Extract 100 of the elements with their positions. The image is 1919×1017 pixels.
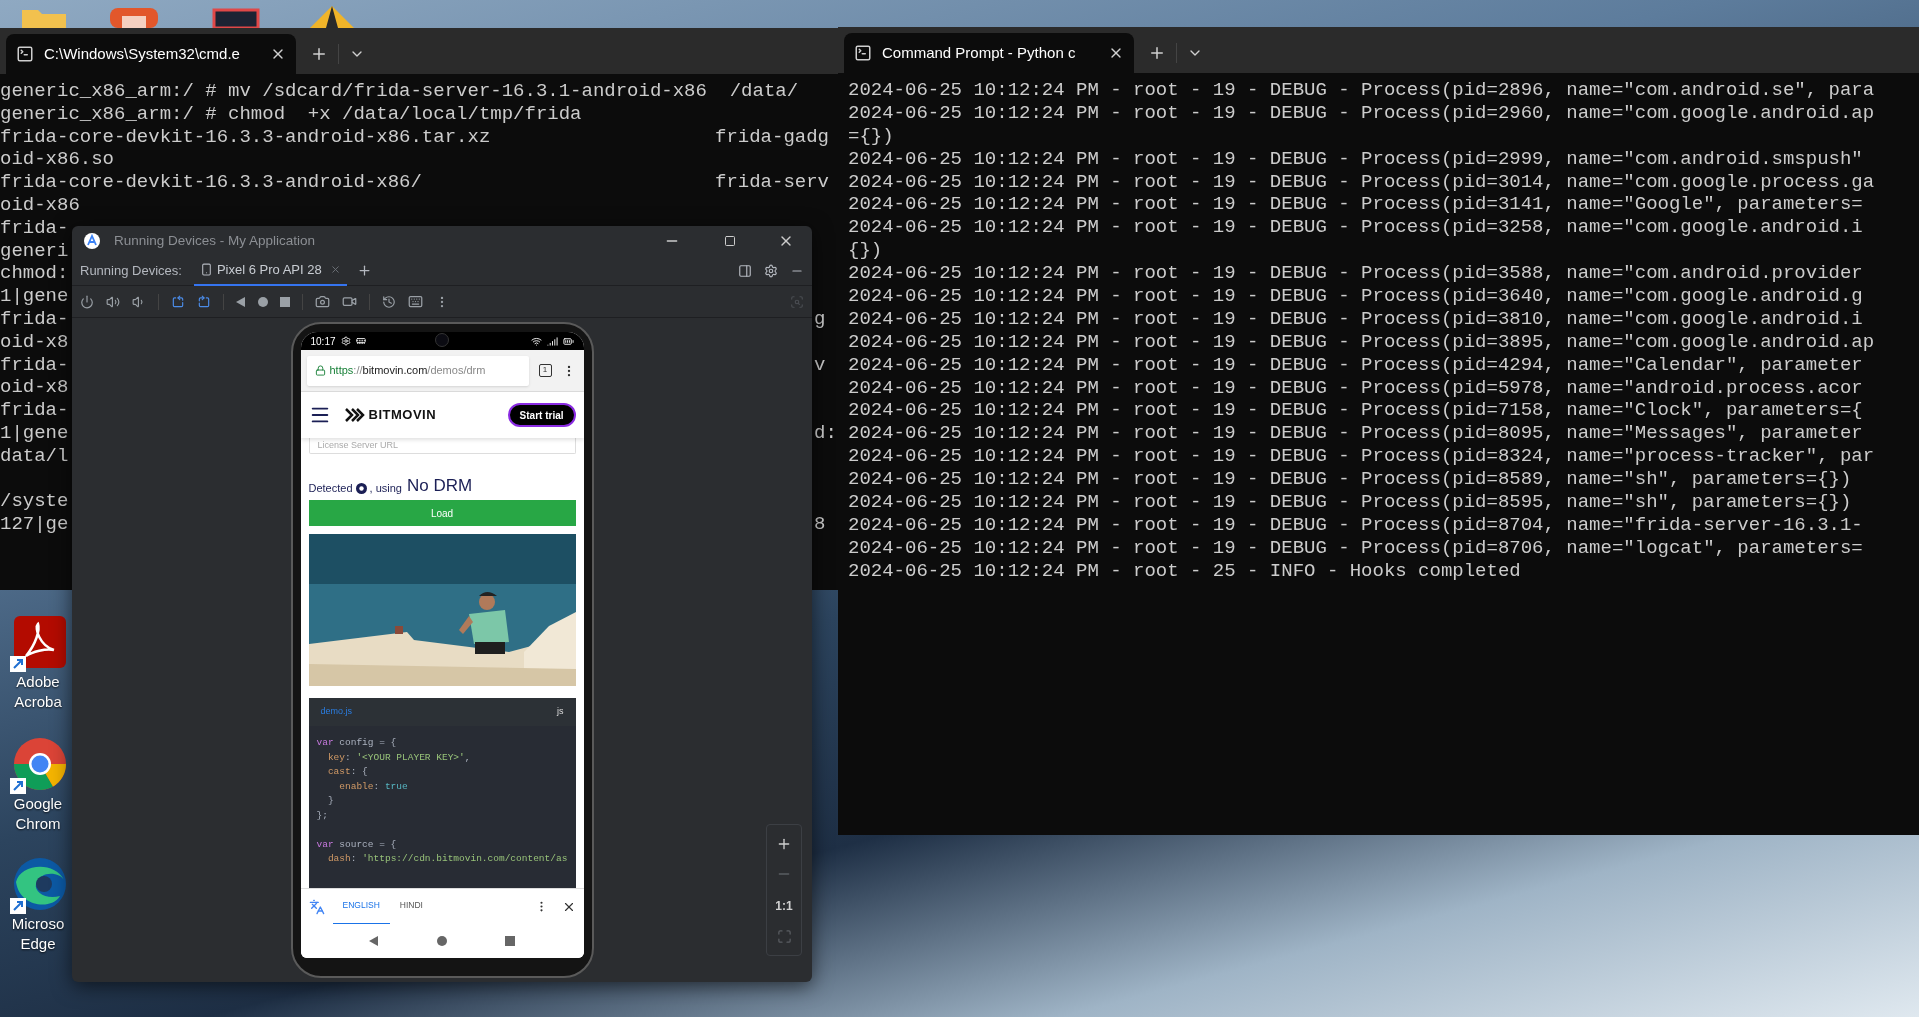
phone-icon — [199, 263, 213, 276]
home-icon[interactable] — [258, 296, 268, 307]
reset-icon[interactable] — [382, 294, 396, 309]
log-line: 2024-06-25 10:12:24 PM - root - 19 - DEBUG - Process(pid=2896, name="com.android.se", para — [848, 79, 1875, 102]
shortcut-label: Microso — [11, 914, 65, 934]
terminal-line: frida- — [0, 307, 69, 331]
terminal-line: d: — [814, 421, 837, 445]
log-line: {}) — [848, 239, 883, 263]
log-line: 2024-06-25 10:12:24 PM - root - 19 - DEBUG - Process(pid=3258, name="com.google.android.i — [848, 216, 1863, 240]
log-line: 2024-06-25 10:12:24 PM - root - 25 - INFO - Hooks completed — [848, 559, 1521, 583]
overview-icon[interactable] — [280, 296, 290, 307]
video-icon[interactable] — [342, 294, 357, 309]
log-line: 2024-06-25 10:12:24 PM - root - 19 - DEBUG - Process(pid=8589, name="sh", parameters={}) — [848, 468, 1852, 492]
code-line: var source = { — [316, 837, 398, 852]
device-tab[interactable]: Pixel 6 Pro API 28 — [193, 255, 347, 286]
log-line: 2024-06-25 10:12:24 PM - root - 19 - DEBUG - Process(pid=7158, name="Clock", parameters={ — [848, 399, 1863, 423]
terminal-line: frida-gadg — [715, 125, 830, 149]
shortcut-label: Google — [13, 794, 63, 814]
start-trial-button[interactable]: Start trial — [507, 403, 576, 427]
code-line: key: '<YOUR PLAYER KEY>', — [326, 750, 472, 765]
back-icon[interactable] — [369, 936, 380, 946]
panel-label: Running Devices: — [80, 261, 182, 280]
home-icon[interactable] — [437, 936, 447, 946]
code-line: cast: { — [326, 765, 369, 779]
settings-icon[interactable] — [764, 263, 778, 278]
rotate-right-icon[interactable] — [197, 294, 211, 309]
new-tab-icon[interactable] — [310, 45, 328, 63]
code-line: }; — [316, 808, 329, 823]
logo-icon — [344, 407, 365, 423]
battery-icon — [562, 335, 574, 347]
terminal-line: frida-core-devkit-16.3.3-android-x86/ — [0, 171, 422, 194]
volume-up-icon[interactable] — [106, 294, 120, 309]
drm-status: No DRM — [406, 476, 473, 496]
shortcut-label: Chrom — [15, 814, 61, 834]
log-line: 2024-06-25 10:12:24 PM - root - 19 - DEBUG - Process(pid=3810, name="com.google.android.i — [848, 307, 1863, 331]
terminal-line: 8 — [814, 513, 826, 536]
log-line: 2024-06-25 10:12:24 PM - root - 19 - DEBUG - Process(pid=4294, name="Calendar", parameter — [848, 353, 1863, 377]
terminal-icon — [854, 44, 872, 62]
layout-icon[interactable] — [738, 263, 752, 278]
terminal-tab[interactable]: Command Prompt - Python c — [844, 33, 1134, 73]
cone-app-icon[interactable] — [308, 4, 356, 28]
terminal-line: chmod: — [0, 262, 69, 286]
sd-card-icon — [355, 336, 366, 346]
edge-icon[interactable] — [10, 858, 66, 914]
translate-icon[interactable] — [308, 898, 325, 915]
url-text: https://bitmovin.com/demos/drm — [329, 363, 486, 379]
detected-label: Detected — [308, 480, 353, 496]
terminal-line: 1|gene — [0, 421, 69, 445]
power-icon[interactable] — [80, 294, 94, 309]
terminal-line: /syste — [0, 490, 69, 514]
camera-icon[interactable] — [315, 294, 330, 309]
window-title: Running Devices - My Application — [114, 231, 316, 250]
code-line: dash: 'https://cdn.bitmovin.com/content/as — [326, 852, 568, 866]
new-tab-icon[interactable] — [1148, 44, 1166, 62]
terminal-line: frida- — [0, 216, 69, 240]
brand-name: BITMOVIN — [368, 406, 437, 425]
terminal-line: 1|gene — [0, 285, 69, 308]
shortcut-label: Edge — [20, 934, 56, 954]
terminal-line: oid-x8 — [0, 376, 69, 400]
tab-title: C:\Windows\System32\cmd.e — [44, 43, 240, 64]
tab-count[interactable]: 1 — [538, 364, 552, 377]
terminal-icon — [16, 45, 34, 63]
log-line: 2024-06-25 10:12:24 PM - root - 19 - DEBUG - Process(pid=8704, name="frida-server-16.3.1- — [848, 513, 1863, 537]
rotate-left-icon[interactable] — [171, 294, 185, 309]
terminal-line: v — [814, 353, 826, 377]
log-line: 2024-06-25 10:12:24 PM - root - 19 - DEBUG - Process(pid=8706, name="logcat", parameters= — [848, 536, 1863, 560]
clock-time: 10:17 — [310, 334, 336, 349]
terminal-line: frida-serv — [715, 171, 830, 194]
language-tab[interactable]: HINDI — [389, 888, 433, 925]
terminal-tab[interactable]: C:\Windows\System32\cmd.e — [6, 34, 296, 74]
terminal-line: frida- — [0, 353, 69, 377]
log-line: 2024-06-25 10:12:24 PM - root - 19 - DEBUG - Process(pid=3895, name="com.google.android.ap — [848, 330, 1875, 354]
pdf-app-icon[interactable] — [10, 616, 66, 672]
terminal-line: g — [814, 307, 826, 331]
code-line: } — [326, 794, 335, 808]
terminal-line: oid-x8 — [0, 330, 69, 354]
log-line: ={}) — [848, 124, 894, 148]
tab-title: Command Prompt - Python c — [882, 42, 1076, 63]
actual-size-button[interactable]: 1:1 — [775, 896, 793, 915]
back-icon[interactable] — [236, 296, 246, 307]
maximize-icon[interactable] — [724, 235, 736, 247]
terminal-line: data/l — [0, 444, 69, 468]
log-line: 2024-06-25 10:12:24 PM - root - 19 - DEBUG - Process(pid=3588, name="com.android.provider — [848, 262, 1863, 285]
terminal-line: oid-x86 — [0, 194, 80, 217]
shortcut-label: Adobe — [16, 672, 60, 692]
code-line: var config = { — [316, 736, 398, 750]
terminal-line: generic_x86_arm:/ # mv /sdcard/frida-server-16.3.1-android-x86 /data/ — [0, 80, 799, 103]
log-line: 2024-06-25 10:12:24 PM - root - 19 - DEBUG - Process(pid=5978, name="android.process.acor — [848, 376, 1863, 400]
terminal-line: frida-core-devkit-16.3.3-android-x86.tar.xz — [0, 125, 491, 149]
add-device-icon[interactable] — [356, 263, 372, 278]
shortcut-label: Acroba — [14, 692, 62, 712]
settings-icon — [340, 336, 351, 346]
recents-icon[interactable] — [504, 936, 515, 946]
log-line: 2024-06-25 10:12:24 PM - root - 19 - DEBUG - Process(pid=8095, name="Messages", parameter — [848, 422, 1863, 446]
code-line: enable: true — [338, 779, 409, 794]
chrome-icon[interactable] — [10, 738, 66, 794]
log-line: 2024-06-25 10:12:24 PM - root - 19 - DEBUG - Process(pid=8595, name="sh", parameters={}) — [848, 491, 1852, 514]
language-label: js — [557, 705, 564, 719]
keyboard-icon[interactable] — [408, 294, 423, 309]
address-bar[interactable]: https://bitmovin.com/demos/drm — [306, 355, 529, 386]
